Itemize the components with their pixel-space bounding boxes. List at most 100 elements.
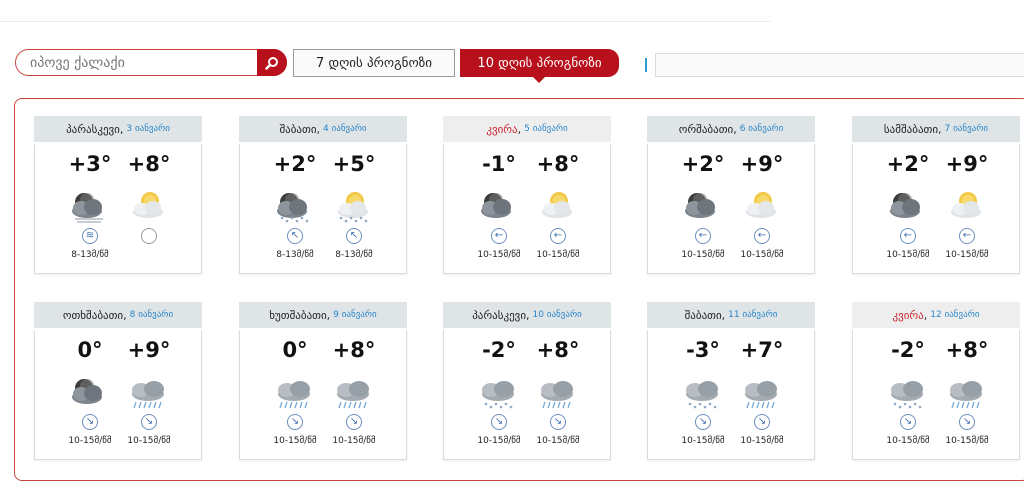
day-body: -1° ← 10-15მ/წმ +8° ← 10-15მ/წმ xyxy=(443,144,611,274)
wind-speed: 10-15მ/წმ xyxy=(945,250,989,260)
night-cloudy-icon xyxy=(885,188,929,224)
calm-icon xyxy=(141,228,157,244)
day-card[interactable]: შაბათი, 4 იანვარი +2° ↖ 8-13მ/წმ +5° ↖ 8-13მ/წმ xyxy=(239,116,407,274)
day-date[interactable]: 7 იანვარი xyxy=(945,124,989,134)
day-card[interactable]: სამშაბათი, 7 იანვარი +2° ← 10-15მ/წმ +9° ← 10-1… xyxy=(852,116,1020,274)
day-temperature: +8° xyxy=(945,338,989,362)
wind-arrow-icon: ↘ xyxy=(287,414,303,430)
header-comma: , xyxy=(938,122,942,136)
night-cloudy-icon xyxy=(680,188,724,224)
wind-speed: 10-15მ/წმ xyxy=(536,436,580,446)
wind-arrow-icon: ↘ xyxy=(550,414,566,430)
day-card[interactable]: კვირა, 12 იანვარი -2° ↘ 10-15მ/წმ +8° ↘ 10-15მ/… xyxy=(852,302,1020,460)
night-temperature: +3° xyxy=(68,152,112,176)
day-temperature: +8° xyxy=(536,152,580,176)
header-comma: , xyxy=(526,308,530,322)
day-card[interactable]: ორშაბათი, 6 იანვარი +2° ← 10-15მ/წმ +9° ← 10-15… xyxy=(647,116,815,274)
day-date[interactable]: 5 იანვარი xyxy=(524,124,568,134)
day-card[interactable]: შაბათი, 11 იანვარი -3° ↘ 10-15მ/წმ +7° ↘ 10-15მ… xyxy=(647,302,815,460)
day-temperature: +9° xyxy=(945,152,989,176)
wind-speed: 10-15მ/წმ xyxy=(332,436,376,446)
wind-arrow-icon: ← xyxy=(491,228,507,244)
wind-speed: 10-15მ/წმ xyxy=(740,436,784,446)
snow-cloud-icon xyxy=(476,374,520,410)
night-cloudy-icon xyxy=(476,188,520,224)
day-header: კვირა, 5 იანვარი xyxy=(443,116,611,142)
day-body: -3° ↘ 10-15მ/წმ +7° ↘ 10-15მ/წმ xyxy=(647,330,815,460)
wind-arrow-icon: ↖ xyxy=(346,228,362,244)
day-card[interactable]: პარასკევი, 3 იანვარი +3° ≋ 8-13მ/წმ +8° xyxy=(34,116,202,274)
header-comma: , xyxy=(326,308,331,322)
sun-cloud-icon xyxy=(944,188,988,224)
tab-7-day-forecast[interactable]: 7 დღის პროგნოზი xyxy=(293,49,455,77)
wind-arrow-icon: ↘ xyxy=(141,414,157,430)
day-date[interactable]: 9 იანვარი xyxy=(333,310,377,320)
wind-icon: ≋ xyxy=(82,228,98,244)
wind-speed: 8-13მ/წმ xyxy=(335,250,373,260)
header-comma: , xyxy=(316,122,321,136)
rain-cloud-icon xyxy=(272,374,316,410)
rain-cloud-icon xyxy=(331,374,375,410)
day-header: შაბათი, 11 იანვარი xyxy=(647,302,815,328)
day-date[interactable]: 4 იანვარი xyxy=(323,124,367,134)
day-name: ოთხშაბათი xyxy=(62,308,124,322)
day-card[interactable]: კვირა, 5 იანვარი -1° ← 10-15მ/წმ +8° ← 10-15მ/წ… xyxy=(443,116,611,274)
day-body: 0° ↘ 10-15მ/წმ +9° ↘ 10-15მ/წმ xyxy=(34,330,202,460)
tab-10-day-forecast[interactable]: 10 დღის პროგნოზი xyxy=(460,49,619,77)
day-body: +2° ← 10-15მ/წმ +9° ← 10-15მ/წმ xyxy=(852,144,1020,274)
wind-speed: 10-15მ/წმ xyxy=(740,250,784,260)
wind-arrow-icon: ← xyxy=(695,228,711,244)
night-temperature: 0° xyxy=(77,338,103,362)
day-date[interactable]: 3 იანვარი xyxy=(126,124,170,134)
wind-arrow-icon: ↘ xyxy=(959,414,975,430)
day-date[interactable]: 11 იანვარი xyxy=(728,310,777,320)
header-comma: , xyxy=(721,308,726,322)
night-cloudy-icon xyxy=(67,374,111,410)
day-name: პარასკევი xyxy=(66,122,120,136)
sun-cloud-icon xyxy=(739,188,783,224)
day-date[interactable]: 10 იანვარი xyxy=(533,310,582,320)
day-body: +2° ↖ 8-13მ/წმ +5° ↖ 8-13მ/წმ xyxy=(239,144,407,274)
wind-arrow-icon: ↘ xyxy=(346,414,362,430)
night-temperature: +2° xyxy=(681,152,725,176)
night-temperature: -3° xyxy=(686,338,720,362)
header-comma: , xyxy=(923,308,928,322)
header-comma: , xyxy=(733,122,737,136)
search-button[interactable] xyxy=(257,49,287,76)
day-card[interactable]: ხუთშაბათი, 9 იანვარი 0° ↘ 10-15მ/წმ +8° ↘ 10-15… xyxy=(239,302,407,460)
day-date[interactable]: 6 იანვარი xyxy=(740,124,784,134)
day-temperature: +9° xyxy=(740,152,784,176)
night-temperature: -2° xyxy=(891,338,925,362)
day-body: -2° ↘ 10-15მ/წმ +8° ↘ 10-15მ/წმ xyxy=(852,330,1020,460)
wind-arrow-icon: ↘ xyxy=(900,414,916,430)
day-body: +2° ← 10-15მ/წმ +9° ← 10-15მ/წმ xyxy=(647,144,815,274)
wind-arrow-icon: ← xyxy=(550,228,566,244)
day-date[interactable]: 12 იანვარი xyxy=(930,310,979,320)
text-cursor-mark xyxy=(645,58,647,72)
night-cloudy-fog-icon xyxy=(67,188,111,224)
night-temperature: -1° xyxy=(482,152,516,176)
wind-arrow-icon: ← xyxy=(959,228,975,244)
wind-arrow-icon: ← xyxy=(900,228,916,244)
day-temperature: +5° xyxy=(332,152,376,176)
sun-cloud-icon xyxy=(535,188,579,224)
day-name: შაბათი xyxy=(684,308,722,322)
day-card[interactable]: ოთხშაბათი, 8 იანვარი 0° ↘ 10-15მ/წმ +9° ↘ 10-15… xyxy=(34,302,202,460)
rain-cloud-icon xyxy=(535,374,579,410)
city-search-input[interactable] xyxy=(30,53,260,73)
wind-arrow-icon: ↘ xyxy=(491,414,507,430)
rain-cloud-icon xyxy=(739,374,783,410)
wind-speed: 10-15მ/წმ xyxy=(945,436,989,446)
day-temperature: +8° xyxy=(332,338,376,362)
day-name: კვირა xyxy=(486,122,518,136)
wind-arrow-icon: ← xyxy=(754,228,770,244)
day-body: 0° ↘ 10-15მ/წმ +8° ↘ 10-15მ/წმ xyxy=(239,330,407,460)
night-snow-icon xyxy=(272,188,316,224)
day-temperature: +8° xyxy=(127,152,171,176)
day-card[interactable]: პარასკევი, 10 იანვარი -2° ↘ 10-15მ/წმ +8° ↘ 10-… xyxy=(443,302,611,460)
night-temperature: +2° xyxy=(273,152,317,176)
wind-arrow-icon: ↘ xyxy=(695,414,711,430)
rain-cloud-icon xyxy=(126,374,170,410)
day-date[interactable]: 8 იანვარი xyxy=(130,310,174,320)
night-temperature: -2° xyxy=(482,338,516,362)
